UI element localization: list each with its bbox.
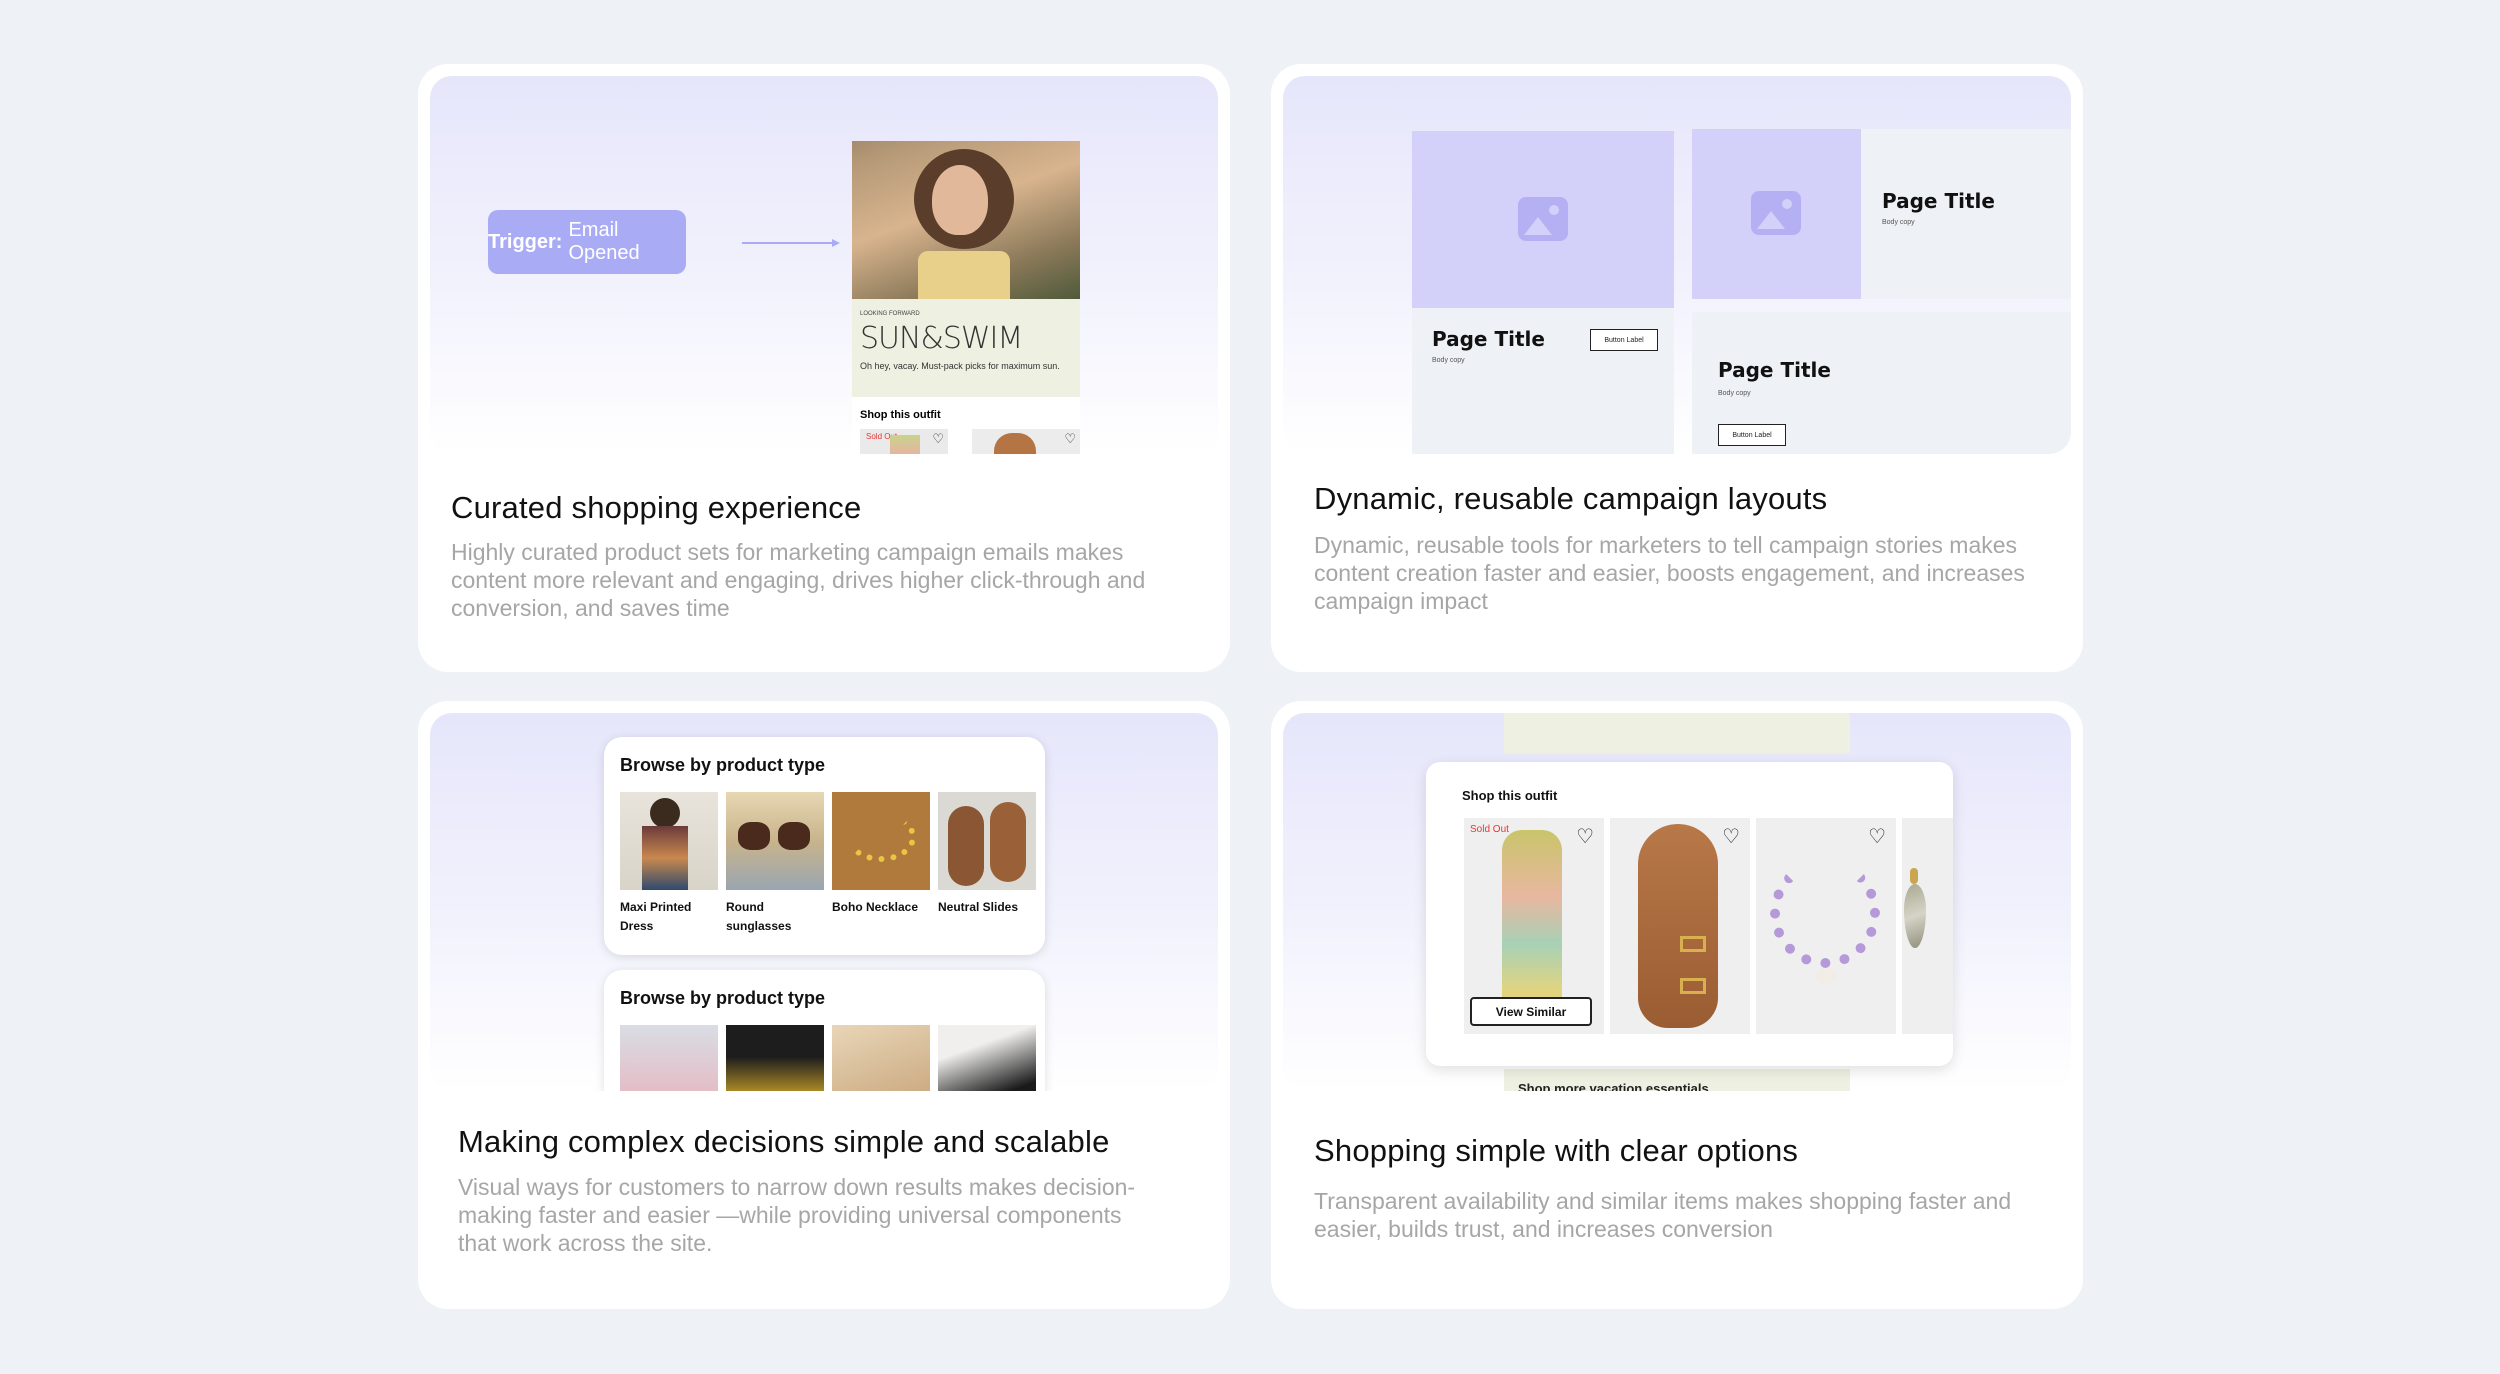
- browse-item-sunglasses[interactable]: Round sunglasses: [726, 792, 824, 942]
- product-sandal[interactable]: ♡: [1610, 818, 1750, 1034]
- card-dynamic-layouts: Page Title Body copy Button Label Page T…: [1271, 64, 2083, 672]
- product-label: Maxi Printed Dress: [620, 900, 692, 933]
- brand-logo: SUN&SWIM: [860, 321, 1023, 356]
- card-complex-decisions: Browse by product type Maxi Printed Dres…: [418, 701, 1230, 1309]
- page-title: Page Title: [1718, 358, 1831, 382]
- browse-item-jacket-yellow[interactable]: [726, 1025, 824, 1091]
- layout-tile-vertical: Page Title Body copy Button Label: [1412, 131, 1674, 454]
- brand-tagline: Oh hey, vacay. Must-pack picks for maxim…: [860, 361, 1060, 371]
- heart-icon[interactable]: ♡: [1064, 431, 1076, 447]
- card-title: Shopping simple with clear options: [1314, 1133, 1799, 1168]
- body-copy: Body copy: [1718, 390, 1751, 397]
- sunglasses-photo: [726, 792, 824, 890]
- bottom-strip-label: Shop more vacation essentials: [1518, 1081, 1709, 1091]
- image-placeholder: [1412, 131, 1674, 308]
- browse-item-slides[interactable]: Neutral Slides: [938, 792, 1036, 942]
- trigger-label: Trigger:: [488, 230, 563, 253]
- browse-item-backpack[interactable]: [938, 1025, 1036, 1091]
- button-label[interactable]: Button Label: [1590, 329, 1658, 351]
- card-title: Dynamic, reusable campaign layouts: [1314, 481, 1828, 516]
- heart-icon[interactable]: ♡: [1722, 824, 1740, 849]
- layout-tile-horizontal: Page Title Body copy: [1692, 129, 2071, 299]
- brand-caption: LOOKING FORWARD: [860, 311, 920, 317]
- product-necklace[interactable]: ♡: [1756, 818, 1896, 1034]
- product-label: Round sunglasses: [726, 900, 792, 933]
- image-icon: [1751, 191, 1801, 235]
- browse-item-necklace[interactable]: Boho Necklace: [832, 792, 930, 942]
- sold-out-badge: Sold Out: [1470, 824, 1509, 835]
- card-description: Dynamic, reusable tools for marketers to…: [1314, 532, 2025, 614]
- trigger-value: Email Opened: [568, 219, 640, 264]
- heart-icon[interactable]: ♡: [932, 431, 944, 447]
- browse-item-jacket-pink[interactable]: [620, 1025, 718, 1091]
- trigger-pill: Trigger: Email Opened: [488, 210, 686, 274]
- body-copy: Body copy: [1882, 219, 1915, 226]
- hero-photo: [852, 141, 1080, 299]
- page-title: Page Title: [1432, 327, 1545, 351]
- browse-module: Browse by product type Maxi Printed Dres…: [604, 737, 1045, 955]
- card-description: Transparent availability and similar ite…: [1314, 1188, 2012, 1242]
- necklace-photo: [832, 792, 930, 890]
- product-dress[interactable]: Sold Out ♡ View Similar: [1464, 818, 1604, 1034]
- hero-complex-decisions: Browse by product type Maxi Printed Dres…: [430, 713, 1218, 1091]
- body-copy: Body copy: [1432, 357, 1465, 364]
- email-strip-bottom: Shop more vacation essentials: [1504, 1069, 1850, 1091]
- browse-item-sweater[interactable]: [832, 1025, 930, 1091]
- image-icon: [1518, 197, 1568, 241]
- image-placeholder: [1692, 129, 1861, 299]
- card-title: Curated shopping experience: [451, 490, 862, 525]
- page-title: Page Title: [1882, 189, 1995, 213]
- card-description: Visual ways for customers to narrow down…: [458, 1174, 1136, 1256]
- view-similar-button[interactable]: View Similar: [1470, 997, 1592, 1026]
- shop-outfit-module: Shop this outfit Sold Out ♡ View Similar…: [1426, 762, 1953, 1066]
- product-earring[interactable]: [1902, 818, 1953, 1034]
- button-label[interactable]: Button Label: [1718, 424, 1786, 446]
- shop-outfit-label: Shop this outfit: [1462, 788, 1558, 803]
- browse-module: Browse by product type: [604, 970, 1045, 1091]
- hero-dynamic-layouts: Page Title Body copy Button Label Page T…: [1283, 76, 2071, 454]
- layout-tile-text: Page Title Body copy Button Label: [1692, 312, 2071, 454]
- heart-icon[interactable]: ♡: [1868, 824, 1886, 849]
- product-label: Boho Necklace: [832, 900, 919, 914]
- dress-photo: [620, 792, 718, 890]
- product-dress-thumb[interactable]: Sold Out ♡: [860, 429, 948, 454]
- product-sandal-thumb[interactable]: ♡: [972, 429, 1080, 454]
- card-title: Making complex decisions simple and scal…: [458, 1124, 1110, 1159]
- hero-curated-shopping: Trigger: Email Opened LOOKING FORWARD SU…: [430, 76, 1218, 454]
- email-strip-top: [1504, 713, 1850, 753]
- heart-icon[interactable]: ♡: [1576, 824, 1594, 849]
- browse-heading: Browse by product type: [620, 988, 826, 1008]
- email-phone-preview: LOOKING FORWARD SUN&SWIM Oh hey, vacay. …: [852, 141, 1080, 454]
- card-description: Highly curated product sets for marketin…: [451, 539, 1146, 621]
- browse-heading: Browse by product type: [620, 755, 826, 775]
- brand-band: LOOKING FORWARD SUN&SWIM Oh hey, vacay. …: [852, 299, 1080, 397]
- product-label: Neutral Slides: [938, 900, 1019, 914]
- slides-photo: [938, 792, 1036, 890]
- browse-item-dress[interactable]: Maxi Printed Dress: [620, 792, 718, 942]
- card-clear-options: Shop more vacation essentials Shop this …: [1271, 701, 2083, 1309]
- card-curated-shopping: Trigger: Email Opened LOOKING FORWARD SU…: [418, 64, 1230, 672]
- hero-clear-options: Shop more vacation essentials Shop this …: [1283, 713, 2071, 1091]
- shop-outfit-label: Shop this outfit: [860, 409, 941, 421]
